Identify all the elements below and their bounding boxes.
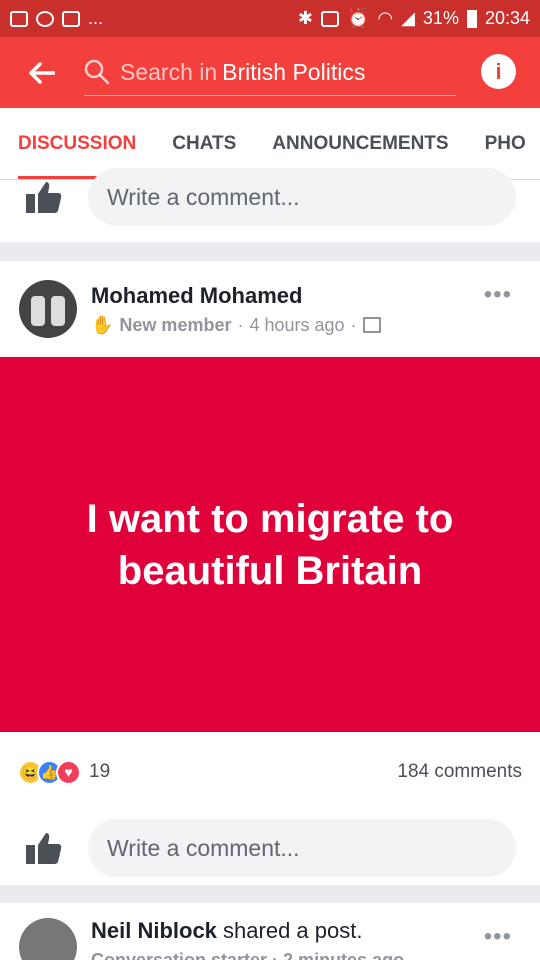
reaction-count: 19 bbox=[89, 761, 111, 782]
post-subline: Conversation starter · 2 minutes ago bbox=[91, 950, 405, 960]
more-options-icon[interactable]: ••• bbox=[484, 923, 512, 951]
app-bar: Search in British Politics i bbox=[0, 37, 540, 108]
thumbs-up-icon bbox=[26, 182, 62, 213]
status-bar: ... ✱ ⏰ ◠ ◢ 31% 20:34 bbox=[0, 0, 540, 37]
separator: · bbox=[350, 314, 357, 335]
post-text-banner[interactable]: I want to migrate to beautiful Britain bbox=[0, 357, 540, 732]
thumbs-up-icon bbox=[26, 833, 62, 864]
separator: · bbox=[237, 314, 244, 335]
search-icon bbox=[84, 59, 110, 85]
alarm-icon: ⏰ bbox=[346, 8, 370, 28]
more-options-icon[interactable]: ••• bbox=[484, 281, 512, 309]
wifi-icon: ◠ bbox=[377, 8, 394, 28]
wave-icon: ✋ bbox=[91, 314, 114, 335]
comment-input[interactable]: Write a comment... bbox=[88, 168, 516, 226]
post-time[interactable]: 4 hours ago bbox=[249, 315, 344, 336]
search-input[interactable]: Search in British Politics bbox=[84, 50, 456, 96]
member-badge: New member bbox=[119, 314, 232, 335]
search-placeholder: Search in bbox=[120, 58, 218, 85]
group-name: British Politics bbox=[222, 58, 366, 85]
comment-input[interactable]: Write a comment... bbox=[88, 819, 516, 877]
photo-icon bbox=[362, 317, 381, 333]
previous-post-footer: Write a comment... bbox=[0, 168, 540, 242]
back-button[interactable] bbox=[0, 37, 84, 108]
like-button[interactable] bbox=[0, 180, 88, 214]
author-avatar[interactable] bbox=[19, 918, 77, 960]
like-button[interactable] bbox=[0, 831, 88, 865]
info-icon[interactable]: i bbox=[481, 54, 516, 89]
facebook-notification-icon bbox=[10, 10, 28, 27]
author-name[interactable]: Neil Niblock bbox=[91, 918, 217, 943]
reactions-summary[interactable]: 😆 👍 ♥ 19 bbox=[18, 759, 111, 785]
battery-icon bbox=[466, 9, 477, 28]
battery-percent: 31% bbox=[422, 8, 459, 28]
bluetooth-icon: ✱ bbox=[297, 8, 313, 28]
author-name[interactable]: Mohamed Mohamed bbox=[91, 283, 381, 309]
post-card: Neil Niblock shared a post. Conversation… bbox=[0, 903, 540, 960]
love-reaction-icon: ♥ bbox=[56, 759, 81, 785]
notification-icon bbox=[62, 10, 80, 27]
clock: 20:34 bbox=[484, 8, 530, 28]
more-notifications-text: ... bbox=[88, 8, 104, 28]
author-avatar[interactable] bbox=[19, 280, 77, 338]
signal-icon: ◢ bbox=[401, 8, 415, 28]
nfc-icon bbox=[320, 10, 339, 27]
back-arrow-icon bbox=[29, 61, 55, 84]
post-action: shared a post. bbox=[223, 918, 363, 943]
comment-count[interactable]: 184 comments bbox=[397, 761, 522, 783]
post-card: Mohamed Mohamed ✋ New member · 4 hours a… bbox=[0, 261, 540, 885]
messenger-notification-icon bbox=[36, 10, 54, 27]
